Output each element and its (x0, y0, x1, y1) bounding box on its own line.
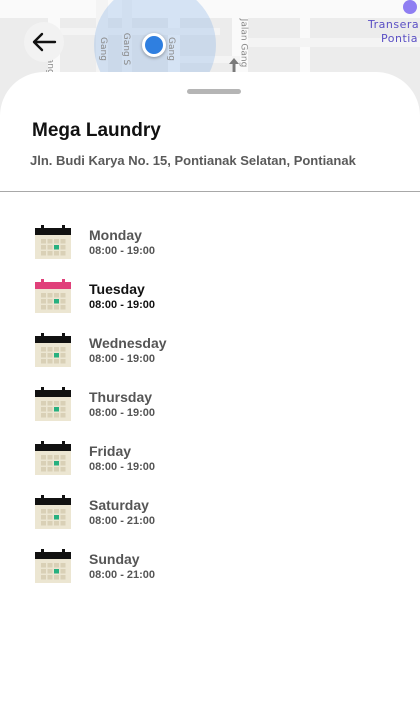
map-road (0, 0, 420, 18)
calendar-icon (35, 495, 71, 529)
store-address: Jln. Budi Karya No. 15, Pontianak Selata… (30, 153, 356, 168)
back-button[interactable] (24, 22, 64, 62)
opening-hours-list: Monday 08:00 - 19:00 Tuesday 08:00 - 19:… (0, 222, 420, 600)
calendar-icon (35, 279, 71, 313)
day-row: Sunday 08:00 - 21:00 (0, 546, 420, 600)
store-hours-sheet: Mega Laundry Jln. Budi Karya No. 15, Pon… (0, 72, 420, 720)
day-hours: 08:00 - 21:00 (89, 569, 156, 581)
arrow-left-icon (32, 32, 57, 52)
map-street-label: Gang S (121, 32, 132, 66)
day-name: Sunday (89, 551, 140, 567)
drag-handle[interactable] (187, 89, 241, 94)
poi-marker-icon (403, 0, 417, 14)
day-name: Monday (89, 227, 142, 243)
day-hours: 08:00 - 19:00 (89, 353, 156, 365)
day-hours: 08:00 - 19:00 (89, 461, 156, 473)
map-poi-label: Transera (368, 18, 420, 31)
day-name: Tuesday (89, 281, 145, 297)
one-way-arrow-icon (229, 58, 239, 72)
day-row: Monday 08:00 - 19:00 (0, 222, 420, 276)
calendar-icon (35, 549, 71, 583)
day-name: Thursday (89, 389, 153, 405)
day-row: Tuesday 08:00 - 19:00 (0, 276, 420, 330)
current-location-dot (142, 33, 166, 57)
day-row: Friday 08:00 - 19:00 (0, 438, 420, 492)
day-row: Thursday 08:00 - 19:00 (0, 384, 420, 438)
map-poi-label: Pontia (381, 32, 419, 45)
calendar-icon (35, 225, 71, 259)
day-hours: 08:00 - 19:00 (89, 299, 156, 311)
day-name: Wednesday (89, 335, 167, 351)
map-street-label: Jalan Gang (238, 18, 249, 68)
map-street-label: Gang (165, 37, 176, 61)
day-row: Saturday 08:00 - 21:00 (0, 492, 420, 546)
store-name: Mega Laundry (32, 120, 161, 141)
calendar-icon (35, 441, 71, 475)
day-name: Friday (89, 443, 132, 459)
day-hours: 08:00 - 19:00 (89, 245, 156, 257)
day-row: Wednesday 08:00 - 19:00 (0, 330, 420, 384)
day-hours: 08:00 - 19:00 (89, 407, 156, 419)
divider (0, 191, 420, 192)
map-street-label: Gang (97, 37, 108, 61)
day-hours: 08:00 - 21:00 (89, 515, 156, 527)
calendar-icon (35, 333, 71, 367)
calendar-icon (35, 387, 71, 421)
day-name: Saturday (89, 497, 149, 513)
